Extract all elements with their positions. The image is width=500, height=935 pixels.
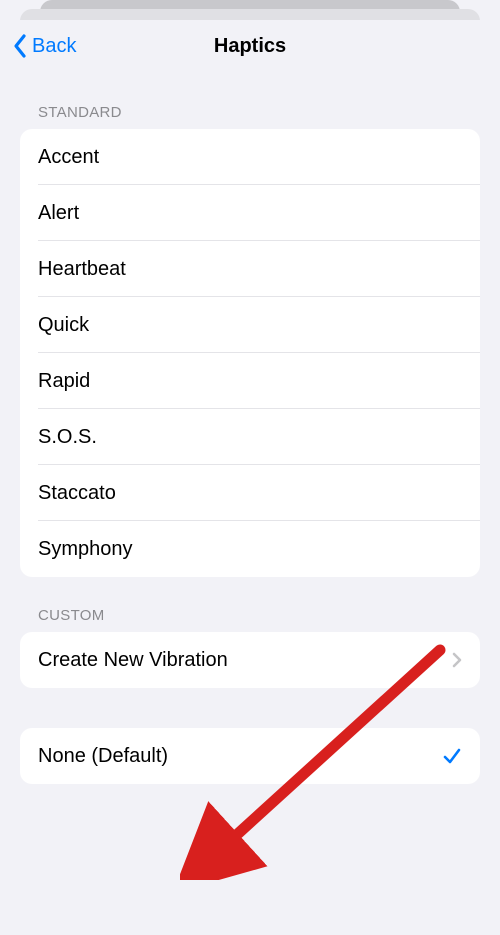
none-section-list: None (Default) [20, 728, 480, 784]
nav-bar: Back Haptics [0, 20, 500, 72]
settings-sheet: Back Haptics STANDARD Accent Alert Heart… [0, 20, 500, 935]
haptic-option-symphony[interactable]: Symphony [20, 521, 480, 577]
row-label: None (Default) [38, 745, 168, 768]
haptic-option-rapid[interactable]: Rapid [20, 353, 480, 409]
row-label: Symphony [38, 538, 133, 561]
row-label: Quick [38, 314, 89, 337]
section-header-standard: STANDARD [20, 72, 480, 129]
haptic-option-none[interactable]: None (Default) [20, 728, 480, 784]
row-label: Heartbeat [38, 258, 126, 281]
custom-haptics-list: Create New Vibration [20, 632, 480, 688]
content-area: STANDARD Accent Alert Heartbeat Quick Ra… [0, 72, 500, 784]
haptic-option-alert[interactable]: Alert [20, 185, 480, 241]
chevron-right-icon [452, 652, 462, 668]
back-button[interactable]: Back [8, 29, 80, 63]
section-header-custom: CUSTOM [20, 577, 480, 632]
row-label: Alert [38, 202, 79, 225]
row-label: Staccato [38, 482, 116, 505]
chevron-left-icon [12, 33, 28, 59]
row-label: Create New Vibration [38, 649, 228, 672]
create-new-vibration-button[interactable]: Create New Vibration [20, 632, 480, 688]
standard-haptics-list: Accent Alert Heartbeat Quick Rapid S.O.S… [20, 129, 480, 577]
row-label: Accent [38, 146, 99, 169]
haptic-option-sos[interactable]: S.O.S. [20, 409, 480, 465]
back-label: Back [32, 35, 76, 58]
haptic-option-staccato[interactable]: Staccato [20, 465, 480, 521]
checkmark-icon [442, 746, 462, 766]
haptic-option-quick[interactable]: Quick [20, 297, 480, 353]
haptic-option-heartbeat[interactable]: Heartbeat [20, 241, 480, 297]
haptic-option-accent[interactable]: Accent [20, 129, 480, 185]
row-label: Rapid [38, 370, 90, 393]
row-label: S.O.S. [38, 426, 97, 449]
